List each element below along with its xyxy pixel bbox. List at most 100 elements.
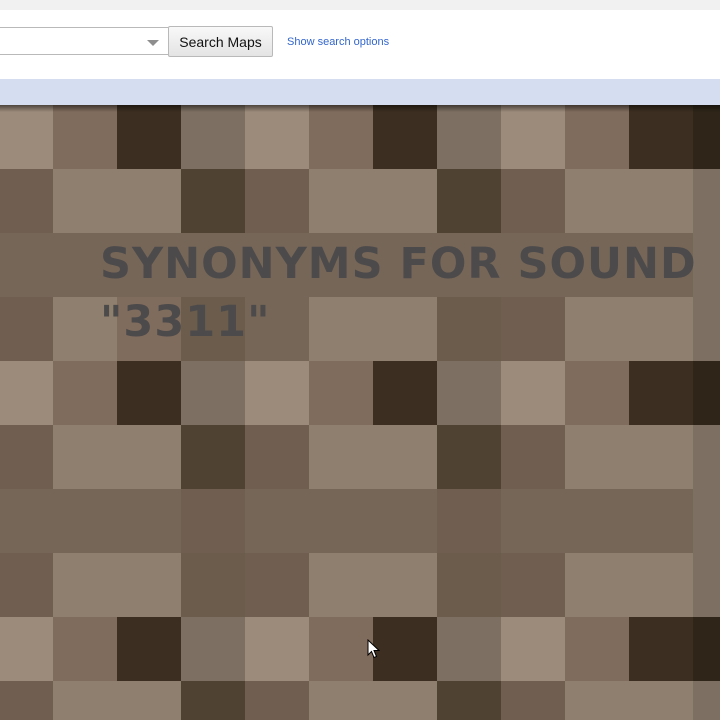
map-tile [117,361,181,425]
search-input-box[interactable] [0,27,168,55]
map-tile [309,681,373,720]
map-tile [693,425,720,489]
map-tile [373,553,437,617]
map-tile [117,169,181,233]
map-tile [437,105,501,169]
map-tile [437,425,501,489]
map-tile [245,169,309,233]
map-tile [117,553,181,617]
map-tile [309,489,373,553]
map-tile [117,425,181,489]
map-tile [501,681,565,720]
chevron-down-icon[interactable] [147,40,159,46]
map-tile [181,617,245,681]
map-tile [629,553,693,617]
map-tile [373,681,437,720]
map-tile [53,489,117,553]
map-tile [0,425,53,489]
map-tile [117,105,181,169]
map-tile [0,297,53,361]
map-tile [373,425,437,489]
map-tile [245,553,309,617]
map-tile [629,361,693,425]
map-tile [181,489,245,553]
map-tile [117,489,181,553]
map-tile [181,681,245,720]
map-tile [501,425,565,489]
map-tile [373,617,437,681]
map-tile [693,489,720,553]
map-tile [629,425,693,489]
map-tile [181,169,245,233]
map-tile [693,361,720,425]
map-tile [437,553,501,617]
map-tile [245,489,309,553]
map-tile [0,489,53,553]
map-tile [0,361,53,425]
map-tile [117,681,181,720]
map-tile [0,169,53,233]
map-tile [501,553,565,617]
map-tile [245,425,309,489]
map-tile [565,105,629,169]
map-tile [53,361,117,425]
map-tile [117,617,181,681]
map-view[interactable]: SYNONYMS FOR SOUND "3311" [0,105,720,720]
map-tile [0,233,53,297]
map-tile [501,169,565,233]
map-tile [693,617,720,681]
results-header-bar [0,79,720,105]
map-tile [53,105,117,169]
map-tile [0,681,53,720]
map-tile [629,105,693,169]
map-tile [309,553,373,617]
map-tile [309,425,373,489]
map-tile [0,553,53,617]
map-tile [501,361,565,425]
map-tile [181,553,245,617]
map-tile [309,617,373,681]
map-tile [53,553,117,617]
map-tile [0,617,53,681]
map-tile [309,361,373,425]
map-tile [0,105,53,169]
search-maps-button[interactable]: Search Maps [168,26,273,57]
map-tile [373,489,437,553]
map-tile [245,105,309,169]
map-tile [245,617,309,681]
map-tile [437,361,501,425]
map-tile [565,553,629,617]
map-tile [373,361,437,425]
map-tile [53,617,117,681]
search-bar: Search Maps Show search options [0,10,720,78]
map-tile [245,361,309,425]
map-tile [181,105,245,169]
map-tile [629,681,693,720]
map-tile [181,425,245,489]
map-tile [501,617,565,681]
map-tile [437,169,501,233]
search-input[interactable] [0,28,151,54]
map-tile [309,169,373,233]
map-tile [437,617,501,681]
map-tile [565,489,629,553]
map-tile [565,681,629,720]
map-tile [437,489,501,553]
map-tile [373,105,437,169]
map-tile [565,361,629,425]
show-search-options-link[interactable]: Show search options [287,36,389,48]
mouse-pointer-icon [367,639,380,659]
map-tile [565,169,629,233]
map-tile [693,681,720,720]
map-tile [693,169,720,233]
map-tile [501,105,565,169]
map-tile [309,105,373,169]
map-tile [629,169,693,233]
map-tile [245,681,309,720]
map-overlay-title: SYNONYMS FOR SOUND "3311" [100,239,697,347]
map-tile [437,681,501,720]
map-tile [629,489,693,553]
map-tile [373,169,437,233]
map-tile [181,361,245,425]
map-tile [53,425,117,489]
